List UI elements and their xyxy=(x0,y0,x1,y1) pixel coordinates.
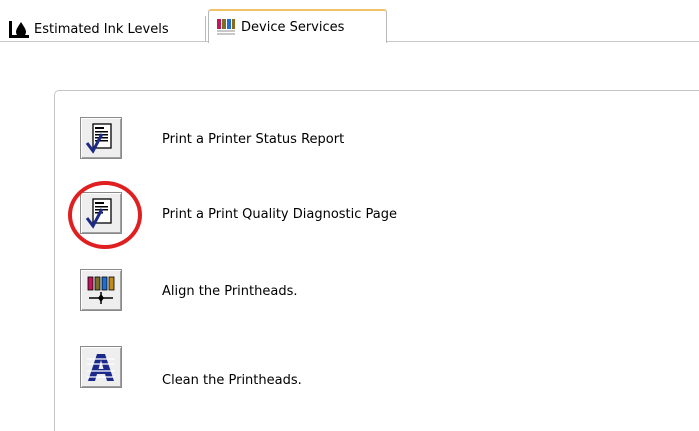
clean-printheads-label: Clean the Printheads. xyxy=(162,373,302,388)
print-diagnostic-page-label: Print a Print Quality Diagnostic Page xyxy=(162,207,398,222)
tab-device-services[interactable]: Device Services xyxy=(208,9,387,43)
device-services-panel xyxy=(54,90,699,431)
clean-printheads-button[interactable] xyxy=(80,346,122,388)
tab-estimated-ink-levels[interactable]: Estimated Ink Levels xyxy=(2,16,206,42)
tab-label: Estimated Ink Levels xyxy=(34,21,169,37)
diagnostic-page-icon xyxy=(85,198,112,229)
tab-strip: Estimated Ink Levels Device Services xyxy=(0,0,699,43)
align-printheads-button[interactable] xyxy=(80,269,122,311)
ink-cartridges-icon xyxy=(217,19,235,35)
align-printheads-icon xyxy=(87,276,115,304)
print-status-report-button[interactable] xyxy=(80,117,122,159)
print-diagnostic-page-button[interactable] xyxy=(80,192,122,234)
tab-label: Device Services xyxy=(241,19,345,35)
align-printheads-label: Align the Printheads. xyxy=(162,284,298,299)
clean-printheads-icon xyxy=(87,354,115,381)
ink-drop-icon xyxy=(9,21,29,38)
print-status-report-label: Print a Printer Status Report xyxy=(162,132,345,147)
status-report-icon xyxy=(85,123,112,154)
